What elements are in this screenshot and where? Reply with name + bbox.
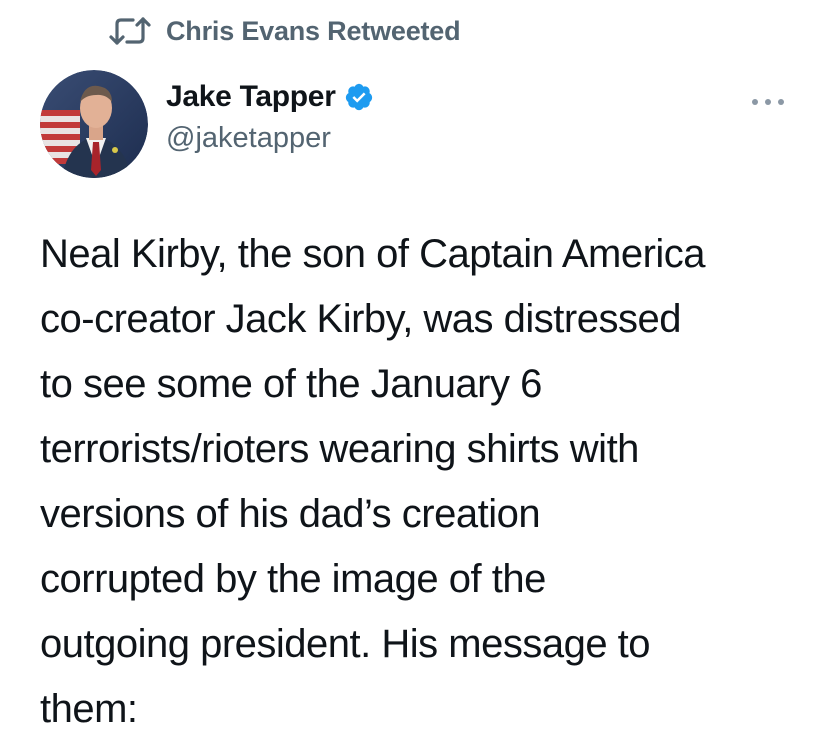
author-handle[interactable]: @jaketapper [166,122,331,155]
author-name[interactable]: Jake Tapper [166,80,336,114]
tweet-text: Neal Kirby, the son of Captain America c… [40,222,820,742]
tweet-text-line: co-creator Jack Kirby, was distressed [40,297,681,341]
more-options-button[interactable] [748,90,788,114]
tweet-text-line: them: [40,687,138,731]
tweet-text-line: corrupted by the image of the [40,557,546,601]
tweet-text-line: versions of his dad’s creation [40,492,541,536]
retweet-label: Chris Evans Retweeted [166,15,461,46]
more-options-icon [751,93,785,111]
retweet-indicator[interactable]: Chris Evans Retweeted [108,14,461,48]
verified-badge-icon [344,82,374,112]
tweet-text-line: terrorists/rioters wearing shirts with [40,427,639,471]
tweet-text-line: to see some of the January 6 [40,362,542,406]
author-name-row[interactable]: Jake Tapper [166,80,374,114]
avatar[interactable] [40,70,148,178]
tweet-text-line: Neal Kirby, the son of Captain America [40,232,706,276]
retweet-icon [108,16,152,46]
tweet-text-line: outgoing president. His message to [40,622,651,666]
